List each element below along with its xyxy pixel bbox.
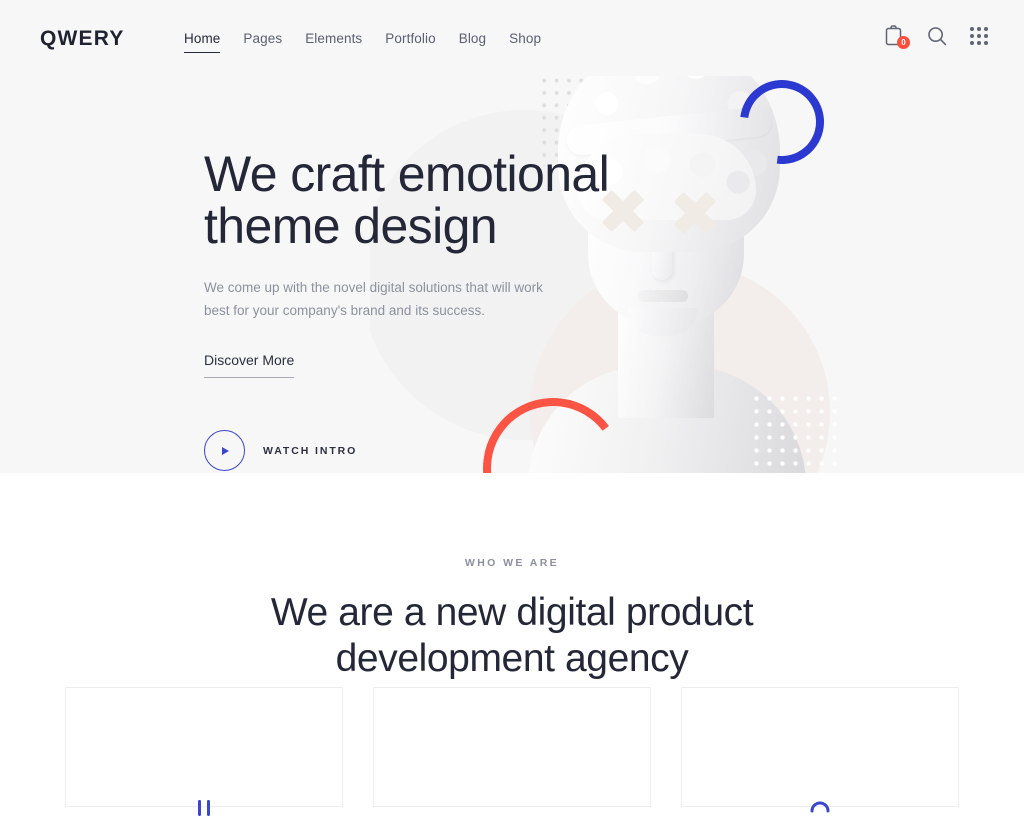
search-icon[interactable] [927, 26, 947, 46]
two-bars-icon [189, 799, 219, 834]
nav-item-blog[interactable]: Blog [459, 30, 486, 53]
feature-card[interactable] [373, 687, 651, 807]
cart-clipboard-icon[interactable]: 0 [885, 25, 910, 49]
who-we-are-section: WHO WE ARE We are a new digital product … [0, 473, 1024, 682]
x-cross-icon-right-eye [672, 190, 718, 236]
main-navigation: Home Pages Elements Portfolio Blog Shop [184, 30, 541, 53]
nav-item-portfolio[interactable]: Portfolio [385, 30, 435, 53]
nav-item-shop[interactable]: Shop [509, 30, 541, 53]
section-title-line-2: development agency [335, 637, 689, 680]
play-triangle-icon[interactable] [204, 430, 245, 471]
feature-card[interactable] [65, 687, 343, 816]
header-actions: 0 [885, 25, 988, 49]
section-title-line-1: We are a new digital product [270, 591, 754, 634]
cart-badge-count: 0 [897, 36, 910, 49]
section-title: We are a new digital product development… [0, 590, 1024, 682]
hero-title-line-1: We craft emotional [204, 146, 610, 202]
feature-cards-row [0, 687, 1024, 816]
nav-item-pages[interactable]: Pages [243, 30, 282, 53]
brand-logo[interactable]: QWERY [40, 27, 125, 51]
watch-intro-label: WATCH INTRO [263, 444, 358, 457]
watch-intro-button[interactable]: WATCH INTRO [204, 430, 624, 471]
discover-more-link[interactable]: Discover More [204, 352, 295, 378]
hero-title-line-2: theme design [204, 198, 498, 254]
section-eyebrow: WHO WE ARE [464, 557, 560, 569]
arch-icon [805, 799, 835, 834]
hero-content: We craft emotional theme design We come … [204, 148, 624, 471]
hero-subtitle: We come up with the novel digital soluti… [204, 280, 543, 318]
white-dot-grid-decoration [750, 392, 842, 473]
feature-card[interactable] [681, 687, 959, 813]
grid-menu-icon[interactable] [970, 26, 988, 45]
statue-lips [638, 290, 688, 302]
hero-title: We craft emotional theme design [204, 148, 624, 252]
site-header: QWERY Home Pages Elements Portfolio Blog… [0, 0, 1024, 76]
nav-item-home[interactable]: Home [184, 30, 221, 53]
nav-item-elements[interactable]: Elements [305, 30, 362, 53]
